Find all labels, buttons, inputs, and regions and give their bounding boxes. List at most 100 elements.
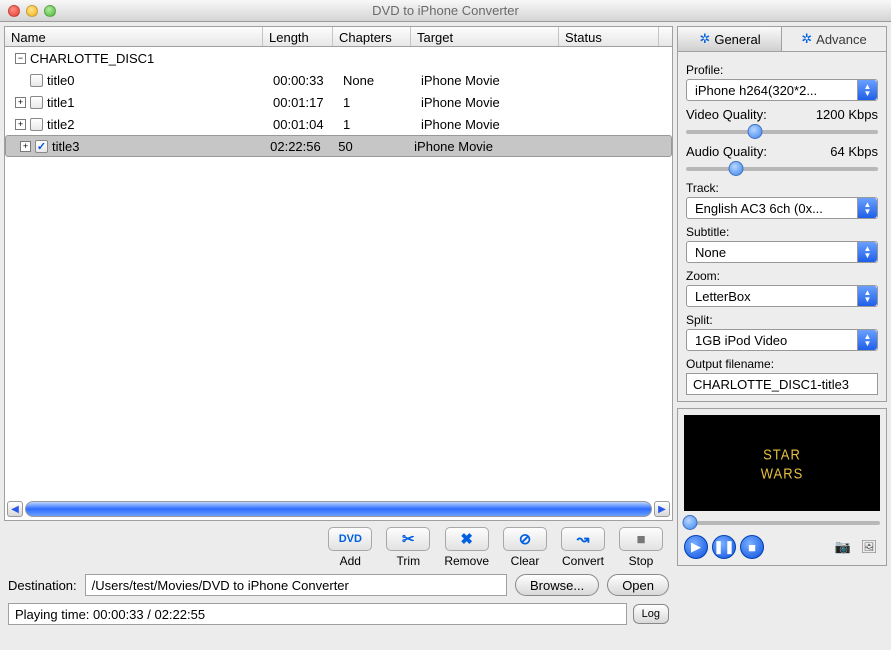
title-label: title0 bbox=[47, 73, 74, 88]
play-button[interactable]: ▶ bbox=[684, 535, 708, 559]
settings-panel: ✲General ✲Advance Profile: iPhone h264(3… bbox=[677, 26, 887, 402]
row-checkbox[interactable] bbox=[35, 140, 48, 153]
clear-icon: ⊘ bbox=[519, 530, 532, 548]
stop-button[interactable]: ■ Stop bbox=[619, 527, 663, 568]
profile-label: Profile: bbox=[686, 63, 878, 77]
col-target[interactable]: Target bbox=[411, 27, 559, 46]
title-label: title1 bbox=[47, 95, 74, 110]
track-select[interactable]: English AC3 6ch (0x...▲▼ bbox=[686, 197, 878, 219]
convert-button[interactable]: ↝ Convert bbox=[561, 527, 605, 568]
expand-icon[interactable]: + bbox=[15, 119, 26, 130]
table-row[interactable]: −CHARLOTTE_DISC1 bbox=[5, 47, 672, 69]
gear-icon: ✲ bbox=[801, 31, 812, 47]
cell-target: iPhone Movie bbox=[408, 139, 552, 154]
subtitle-label: Subtitle: bbox=[686, 225, 878, 239]
col-chapters[interactable]: Chapters bbox=[333, 27, 411, 46]
disc-label: CHARLOTTE_DISC1 bbox=[30, 51, 154, 66]
tab-general[interactable]: ✲General bbox=[677, 26, 783, 52]
col-name[interactable]: Name bbox=[5, 27, 263, 46]
expand-icon[interactable]: + bbox=[20, 141, 31, 152]
chevron-updown-icon: ▲▼ bbox=[857, 198, 877, 218]
row-checkbox[interactable] bbox=[30, 118, 43, 131]
cell-chapters: 1 bbox=[337, 117, 415, 132]
zoom-select[interactable]: LetterBox▲▼ bbox=[686, 285, 878, 307]
scroll-track[interactable] bbox=[25, 501, 652, 517]
titlebar: DVD to iPhone Converter bbox=[0, 0, 891, 22]
audio-quality-value: 64 Kbps bbox=[830, 144, 878, 159]
gear-icon: ✲ bbox=[699, 31, 710, 47]
cell-target: iPhone Movie bbox=[415, 117, 563, 132]
camera-icon: 📷 bbox=[835, 539, 851, 555]
play-icon: ▶ bbox=[691, 539, 701, 555]
destination-field[interactable]: /Users/test/Movies/DVD to iPhone Convert… bbox=[85, 574, 507, 596]
log-button[interactable]: Log bbox=[633, 604, 669, 624]
row-checkbox[interactable] bbox=[30, 74, 43, 87]
split-label: Split: bbox=[686, 313, 878, 327]
clear-button[interactable]: ⊘ Clear bbox=[503, 527, 547, 568]
preview-panel: STARWARS ▶ ❚❚ ■ 📷 🖼 bbox=[677, 408, 887, 566]
titles-table: Name Length Chapters Target Status −CHAR… bbox=[4, 26, 673, 521]
chevron-updown-icon: ▲▼ bbox=[857, 80, 877, 100]
cell-length: 00:01:04 bbox=[267, 117, 337, 132]
cell-chapters: 1 bbox=[337, 95, 415, 110]
video-quality-slider[interactable] bbox=[686, 124, 878, 138]
title-label: title3 bbox=[52, 139, 79, 154]
table-row[interactable]: + title2 00:01:041iPhone Movie bbox=[5, 113, 672, 135]
cell-target: iPhone Movie bbox=[415, 95, 563, 110]
audio-quality-label: Audio Quality: bbox=[686, 144, 767, 159]
pause-button[interactable]: ❚❚ bbox=[712, 535, 736, 559]
open-folder-button[interactable]: 🖼 bbox=[858, 538, 880, 556]
cell-length: 02:22:56 bbox=[264, 139, 332, 154]
tab-advance[interactable]: ✲Advance bbox=[781, 26, 887, 52]
zoom-label: Zoom: bbox=[686, 269, 878, 283]
col-status[interactable]: Status bbox=[559, 27, 659, 46]
profile-select[interactable]: iPhone h264(320*2...▲▼ bbox=[686, 79, 878, 101]
output-filename-field[interactable]: CHARLOTTE_DISC1-title3 bbox=[686, 373, 878, 395]
remove-button[interactable]: ✖ Remove bbox=[444, 527, 489, 568]
window-title: DVD to iPhone Converter bbox=[0, 3, 891, 18]
browse-button[interactable]: Browse... bbox=[515, 574, 599, 596]
audio-quality-slider[interactable] bbox=[686, 161, 878, 175]
cell-length: 00:00:33 bbox=[267, 73, 337, 88]
preview-image: STARWARS bbox=[684, 415, 880, 511]
scroll-right-icon[interactable]: ▶ bbox=[654, 501, 670, 517]
cell-chapters: 50 bbox=[332, 139, 408, 154]
scissors-icon: ✂ bbox=[402, 530, 415, 548]
row-checkbox[interactable] bbox=[30, 96, 43, 109]
video-quality-value: 1200 Kbps bbox=[816, 107, 878, 122]
snapshot-button[interactable]: 📷 bbox=[832, 538, 854, 556]
picture-icon: 🖼 bbox=[861, 539, 878, 555]
horizontal-scrollbar[interactable]: ◀ ▶ bbox=[7, 500, 670, 518]
output-filename-label: Output filename: bbox=[686, 357, 878, 371]
status-field: Playing time: 00:00:33 / 02:22:55 bbox=[8, 603, 627, 625]
remove-icon: ✖ bbox=[460, 530, 473, 548]
dvd-icon: DVD bbox=[339, 533, 362, 545]
subtitle-select[interactable]: None▲▼ bbox=[686, 241, 878, 263]
split-select[interactable]: 1GB iPod Video▲▼ bbox=[686, 329, 878, 351]
pause-icon: ❚❚ bbox=[713, 539, 735, 555]
col-length[interactable]: Length bbox=[263, 27, 333, 46]
cell-length: 00:01:17 bbox=[267, 95, 337, 110]
stop-preview-button[interactable]: ■ bbox=[740, 535, 764, 559]
cell-target: iPhone Movie bbox=[415, 73, 563, 88]
collapse-icon[interactable]: − bbox=[15, 53, 26, 64]
open-button[interactable]: Open bbox=[607, 574, 669, 596]
title-label: title2 bbox=[47, 117, 74, 132]
chevron-updown-icon: ▲▼ bbox=[857, 242, 877, 262]
add-button[interactable]: DVD Add bbox=[328, 527, 372, 568]
table-row[interactable]: title0 00:00:33NoneiPhone Movie bbox=[5, 69, 672, 91]
cell-chapters: None bbox=[337, 73, 415, 88]
video-quality-label: Video Quality: bbox=[686, 107, 767, 122]
destination-label: Destination: bbox=[8, 578, 77, 593]
trim-button[interactable]: ✂ Trim bbox=[386, 527, 430, 568]
convert-icon: ↝ bbox=[577, 530, 590, 548]
preview-seek-slider[interactable] bbox=[684, 515, 880, 529]
table-row[interactable]: + title1 00:01:171iPhone Movie bbox=[5, 91, 672, 113]
chevron-updown-icon: ▲▼ bbox=[857, 286, 877, 306]
table-row[interactable]: + title3 02:22:5650iPhone Movie bbox=[5, 135, 672, 157]
stop-icon: ■ bbox=[636, 531, 645, 548]
stop-icon: ■ bbox=[748, 540, 756, 555]
expand-icon[interactable]: + bbox=[15, 97, 26, 108]
track-label: Track: bbox=[686, 181, 878, 195]
scroll-left-icon[interactable]: ◀ bbox=[7, 501, 23, 517]
